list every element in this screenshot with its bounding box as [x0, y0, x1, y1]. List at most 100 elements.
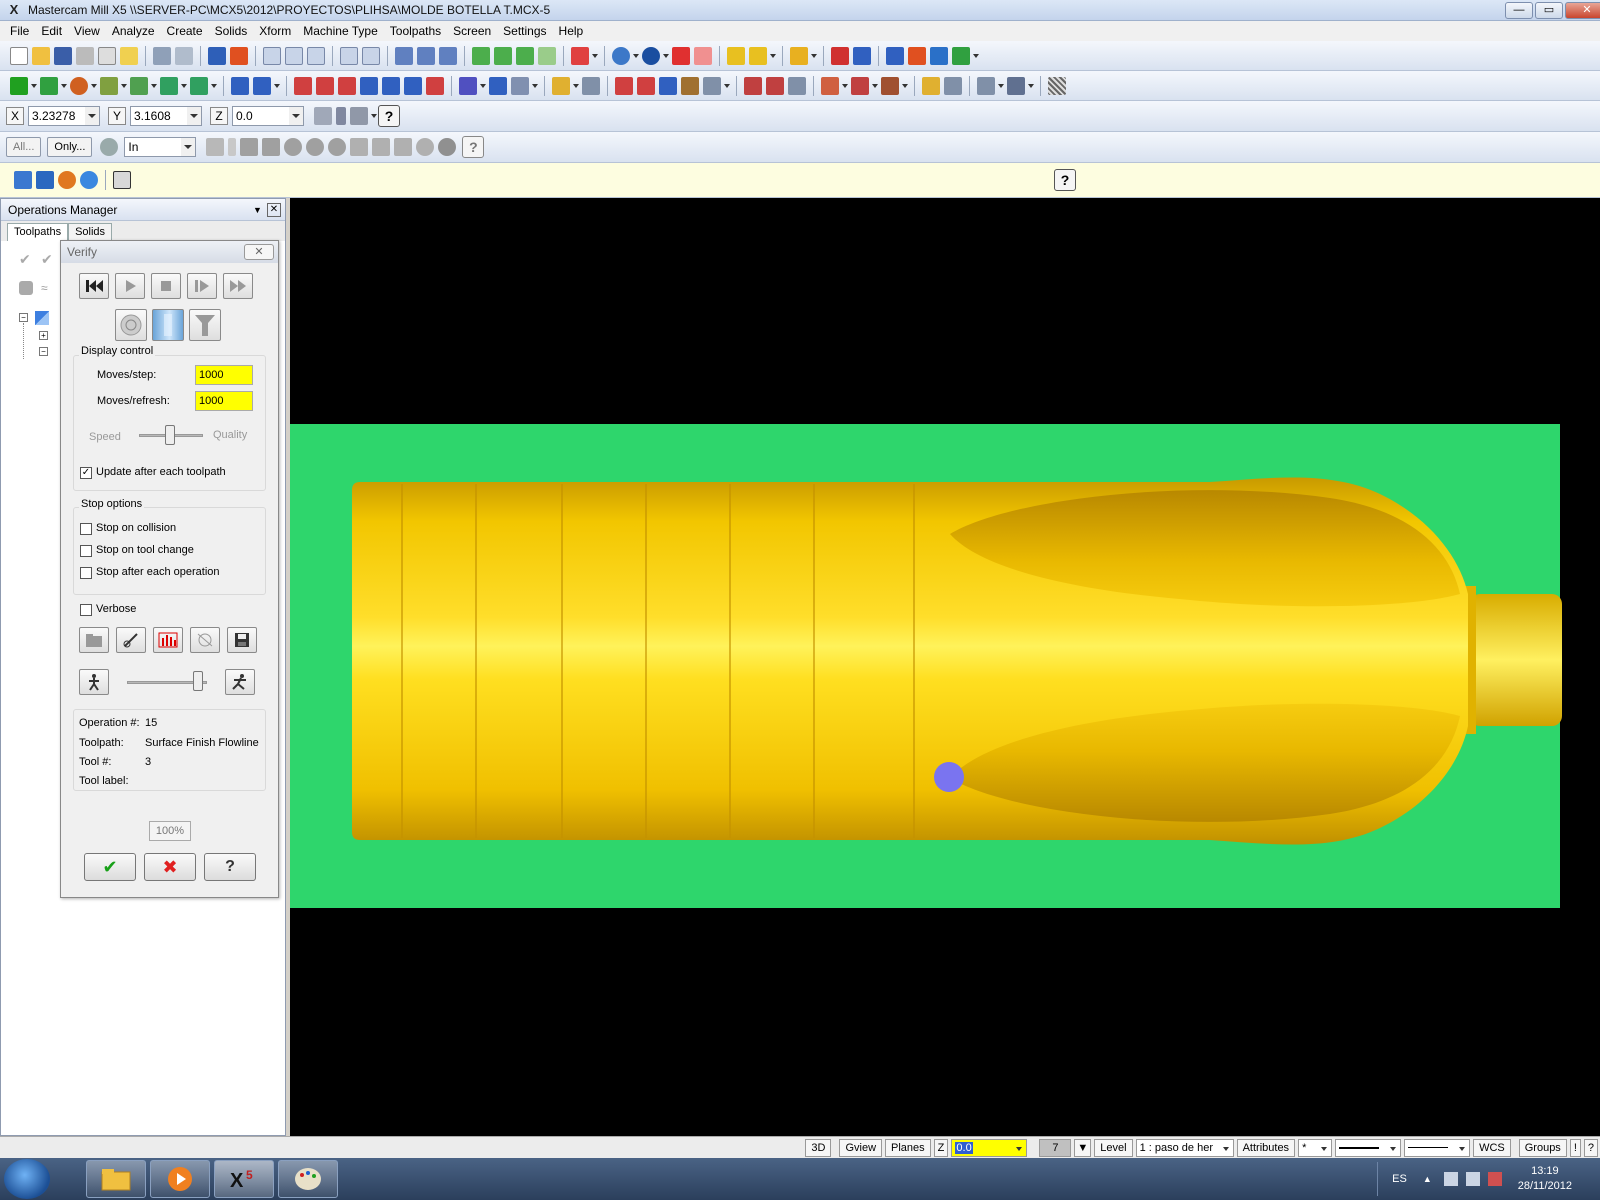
taskbar-paint[interactable] [278, 1160, 338, 1198]
close-button[interactable]: ✕ [1565, 2, 1600, 19]
menu-screen[interactable]: Screen [447, 24, 497, 38]
surface-rough-icon[interactable] [922, 76, 940, 95]
verify-solid-icon[interactable] [14, 171, 32, 189]
cutter-button[interactable] [116, 627, 146, 653]
select-feature-icon[interactable] [350, 138, 369, 156]
side-view-icon[interactable] [516, 46, 534, 65]
clear-colors-button[interactable]: ! [1569, 1138, 1581, 1157]
verify-globe-icon[interactable] [80, 171, 98, 189]
select-dirty-ops-icon[interactable]: ✔ [41, 251, 57, 267]
surface-revolve-icon[interactable] [659, 76, 677, 95]
select-last-icon[interactable] [394, 138, 413, 156]
fast-point-icon[interactable] [314, 107, 332, 125]
stop-on-collision-checkbox[interactable] [80, 523, 92, 535]
planes-button[interactable]: Planes [885, 1138, 931, 1157]
shaded-icon[interactable] [642, 46, 660, 65]
color-swatch[interactable]: 7 [1039, 1138, 1072, 1157]
chevron-down-icon[interactable] [723, 77, 731, 95]
chevron-down-icon[interactable] [180, 77, 188, 95]
zoom-target-icon[interactable] [307, 46, 325, 65]
menu-machine-type[interactable]: Machine Type [297, 24, 384, 38]
cancel-button[interactable]: ✖ [144, 853, 196, 881]
chevron-down-icon[interactable] [997, 77, 1005, 95]
action-center-icon[interactable] [1487, 1172, 1502, 1186]
y-coord-input[interactable]: 3.1608 [130, 106, 202, 126]
backplot-icon[interactable] [853, 46, 871, 65]
trim-icon[interactable] [231, 76, 249, 95]
line-width-select[interactable] [1404, 1138, 1471, 1157]
gview-button[interactable]: Gview [839, 1138, 883, 1157]
maximize-button[interactable]: ▭ [1535, 2, 1563, 19]
select-cursor-icon[interactable] [240, 138, 259, 156]
tool-mode-button[interactable] [115, 309, 147, 341]
solid-shade-icon[interactable] [672, 46, 690, 65]
break-icon[interactable] [253, 76, 271, 95]
menu-xform[interactable]: Xform [253, 24, 297, 38]
translucent-icon[interactable] [694, 46, 712, 65]
menu-settings[interactable]: Settings [497, 24, 552, 38]
unzoom-icon[interactable] [340, 46, 358, 65]
layers-icon[interactable] [511, 76, 529, 95]
level-button[interactable]: Level [1094, 1138, 1133, 1157]
select-all-ops-icon[interactable]: ✔ [19, 251, 35, 267]
volume-icon[interactable] [1465, 1172, 1480, 1186]
undo-icon[interactable] [153, 46, 171, 65]
graphics-viewport[interactable] [290, 198, 1600, 1136]
tree-collapse-icon[interactable]: − [19, 313, 28, 322]
play-button[interactable] [115, 273, 145, 299]
select-verify-icon[interactable] [372, 138, 391, 156]
new-file-icon[interactable] [10, 46, 28, 65]
save-stl-button[interactable] [227, 627, 257, 653]
fillet-icon[interactable] [100, 76, 118, 95]
end-selection-icon[interactable] [438, 138, 457, 156]
zoom-in-icon[interactable] [362, 46, 380, 65]
chevron-down-icon[interactable] [187, 107, 201, 125]
menu-analyze[interactable]: Analyze [106, 24, 161, 38]
chevron-down-icon[interactable] [150, 77, 158, 95]
fit-icon[interactable] [263, 46, 281, 65]
xform-offset-icon[interactable] [382, 76, 400, 95]
moves-refresh-input[interactable]: 1000 [195, 391, 253, 411]
verify-icon[interactable] [886, 46, 904, 65]
analyze-icon[interactable] [395, 46, 413, 65]
save-icon[interactable] [54, 46, 72, 65]
level-select[interactable]: 1 : paso de her [1135, 1138, 1234, 1157]
ribbon-help-button[interactable]: ? [1054, 169, 1076, 191]
chevron-down-icon[interactable] [972, 47, 980, 65]
selection-mode-select[interactable]: In [124, 137, 197, 157]
select-solid-icon[interactable] [262, 138, 281, 156]
print-icon[interactable] [76, 46, 94, 65]
sim-speed-slider[interactable] [193, 671, 203, 691]
toolpath-drill-icon[interactable] [881, 76, 899, 95]
tree-expand-icon[interactable]: + [39, 331, 48, 340]
coords-help-button[interactable]: ? [378, 105, 400, 127]
menu-solids[interactable]: Solids [209, 24, 254, 38]
select-body-icon[interactable] [306, 138, 325, 156]
lightbulb-icon[interactable] [552, 76, 570, 95]
chevron-down-icon[interactable] [662, 47, 670, 65]
chevron-down-icon[interactable] [120, 77, 128, 95]
language-indicator[interactable]: ES [1392, 1173, 1407, 1185]
zoom-window-icon[interactable] [285, 46, 303, 65]
compare-button[interactable] [190, 627, 220, 653]
color-dropdown[interactable]: ▼ [1074, 1138, 1092, 1157]
top-view-icon[interactable] [472, 46, 490, 65]
surface-icon[interactable] [615, 76, 633, 95]
help-button[interactable]: ? [204, 853, 256, 881]
chart-button[interactable] [153, 627, 183, 653]
toggle-display-icon[interactable]: ≈ [41, 281, 55, 295]
xform-rotate-icon[interactable] [316, 76, 334, 95]
solid-cylinder-icon[interactable] [190, 76, 208, 95]
3d-toggle[interactable]: 3D [805, 1138, 832, 1157]
delete-entity-icon[interactable] [439, 46, 457, 65]
chevron-down-icon[interactable] [90, 77, 98, 95]
chevron-down-icon[interactable] [769, 47, 777, 65]
attributes-button[interactable]: Attributes [1236, 1138, 1296, 1157]
chevron-down-icon[interactable] [632, 47, 640, 65]
circle-icon[interactable] [70, 76, 88, 95]
chevron-down-icon[interactable] [289, 107, 303, 125]
surface-ruled-icon[interactable] [637, 76, 655, 95]
chevron-down-icon[interactable] [370, 107, 378, 125]
solid-tool-button[interactable] [152, 309, 184, 341]
x-coord-button[interactable]: X [6, 107, 24, 125]
